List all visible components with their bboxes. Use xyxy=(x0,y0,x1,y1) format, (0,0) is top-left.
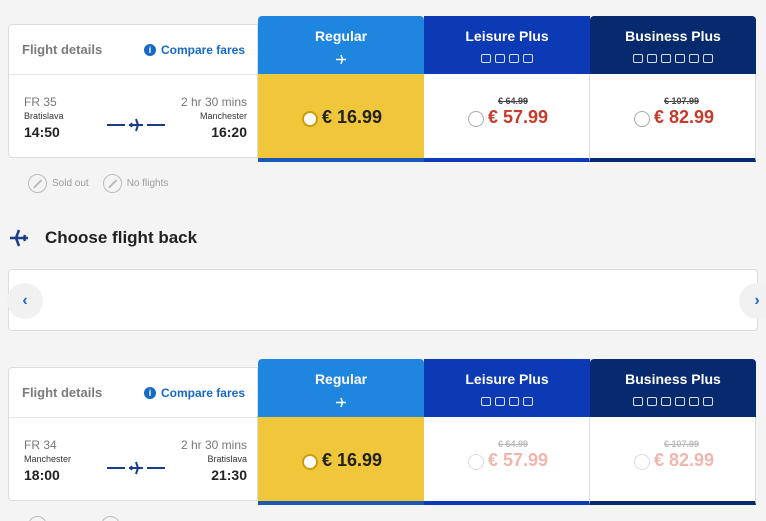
fare-name: Business Plus xyxy=(625,28,721,44)
compare-fares-label: Compare fares xyxy=(160,385,245,400)
fare-column-business-plus[interactable]: Business Plus € 107.99 € 82.99 xyxy=(590,359,756,505)
fare-old-price: € 107.99 xyxy=(664,439,700,449)
availability-legend: Sold out No flights xyxy=(28,174,168,193)
fare-benefit-icons xyxy=(424,397,590,408)
no-flights-label: No flights xyxy=(126,178,169,189)
fare-price: € 16.99 xyxy=(322,107,383,127)
fare-column-leisure-plus[interactable]: Leisure Plus € 64.99 € 57.99 xyxy=(424,359,590,505)
fare-radio[interactable] xyxy=(634,111,650,127)
arrival-time: 16:20 xyxy=(211,124,247,140)
fare-old-price: € 64.99 xyxy=(498,439,529,449)
sold-out-icon xyxy=(28,174,47,193)
fare-old-price: € 64.99 xyxy=(498,96,529,106)
fare-name: Regular xyxy=(314,371,368,387)
fare-radio[interactable] xyxy=(634,454,650,470)
choose-flight-back-title: Choose flight back xyxy=(45,228,198,247)
fare-price: € 57.99 xyxy=(488,450,549,470)
compare-fares-link[interactable]: i Compare fares xyxy=(143,385,245,400)
destination-city: Bratislava xyxy=(207,454,247,464)
flight-details-card: Flight details i Compare fares FR 35 Bra… xyxy=(8,24,258,158)
plane-icon xyxy=(10,229,28,247)
fare-benefit-icons xyxy=(424,54,590,65)
fare-radio[interactable] xyxy=(302,111,318,127)
flight-duration: 2 hr 30 mins xyxy=(180,95,247,109)
info-icon: i xyxy=(143,43,156,56)
compare-fares-label: Compare fares xyxy=(160,42,245,57)
flight-details-title: Flight details xyxy=(22,42,103,57)
no-flights-icon xyxy=(102,174,122,193)
fare-benefit-icons xyxy=(590,397,756,408)
origin-city: Bratislava xyxy=(24,111,64,121)
flight-duration: 2 hr 30 mins xyxy=(180,438,247,452)
inbound-legend-partial xyxy=(28,516,120,521)
fare-column-leisure-plus[interactable]: Leisure Plus € 64.99 € 57.99 xyxy=(424,16,590,162)
flight-details-title: Flight details xyxy=(22,385,103,400)
fare-radio[interactable] xyxy=(468,111,484,127)
origin-city: Manchester xyxy=(24,454,72,464)
inbound-flight-block: Flight details i Compare fares FR 34 Man… xyxy=(0,359,766,505)
fare-name: Business Plus xyxy=(625,371,721,387)
date-carousel: ‹ › xyxy=(7,269,766,331)
flight-number: FR 35 xyxy=(24,95,57,109)
sold-out-icon xyxy=(28,516,47,521)
fare-name: Leisure Plus xyxy=(465,28,549,44)
fare-name: Leisure Plus xyxy=(465,371,549,387)
info-icon: i xyxy=(143,386,156,399)
fare-column-business-plus[interactable]: Business Plus € 107.99 € 82.99 xyxy=(590,16,756,162)
route-line xyxy=(107,458,165,478)
flight-number: FR 34 xyxy=(24,438,57,452)
plane-icon xyxy=(336,397,346,408)
fare-name: Regular xyxy=(314,28,368,44)
plane-icon xyxy=(336,54,346,65)
arrival-time: 21:30 xyxy=(211,467,247,483)
compare-fares-link[interactable]: i Compare fares xyxy=(143,42,245,57)
flight-details-card: Flight details i Compare fares FR 34 Man… xyxy=(8,367,258,501)
fare-radio[interactable] xyxy=(468,454,484,470)
destination-city: Manchester xyxy=(199,111,247,121)
fare-price: € 82.99 xyxy=(654,107,715,127)
route-line xyxy=(107,115,165,135)
plane-icon xyxy=(129,461,143,475)
fare-price: € 16.99 xyxy=(322,450,383,470)
departure-time: 18:00 xyxy=(24,467,60,483)
choose-flight-back-heading: Choose flight back xyxy=(8,227,197,249)
chevron-left-icon[interactable]: ‹ xyxy=(7,283,43,319)
fare-old-price: € 107.99 xyxy=(664,96,700,106)
no-flights-icon xyxy=(101,516,120,521)
fare-column-regular[interactable]: Regular € 16.99 xyxy=(258,359,424,505)
plane-icon xyxy=(129,118,143,132)
fare-radio[interactable] xyxy=(302,454,318,470)
sold-out-label: Sold out xyxy=(52,178,89,189)
departure-time: 14:50 xyxy=(24,124,60,140)
fare-column-regular[interactable]: Regular € 16.99 xyxy=(258,16,424,162)
fare-price: € 82.99 xyxy=(654,450,715,470)
fare-benefit-icons xyxy=(590,54,756,65)
outbound-flight-block: Flight details i Compare fares FR 35 Bra… xyxy=(0,16,766,162)
chevron-right-icon[interactable]: › xyxy=(739,283,766,319)
fare-price: € 57.99 xyxy=(488,107,549,127)
